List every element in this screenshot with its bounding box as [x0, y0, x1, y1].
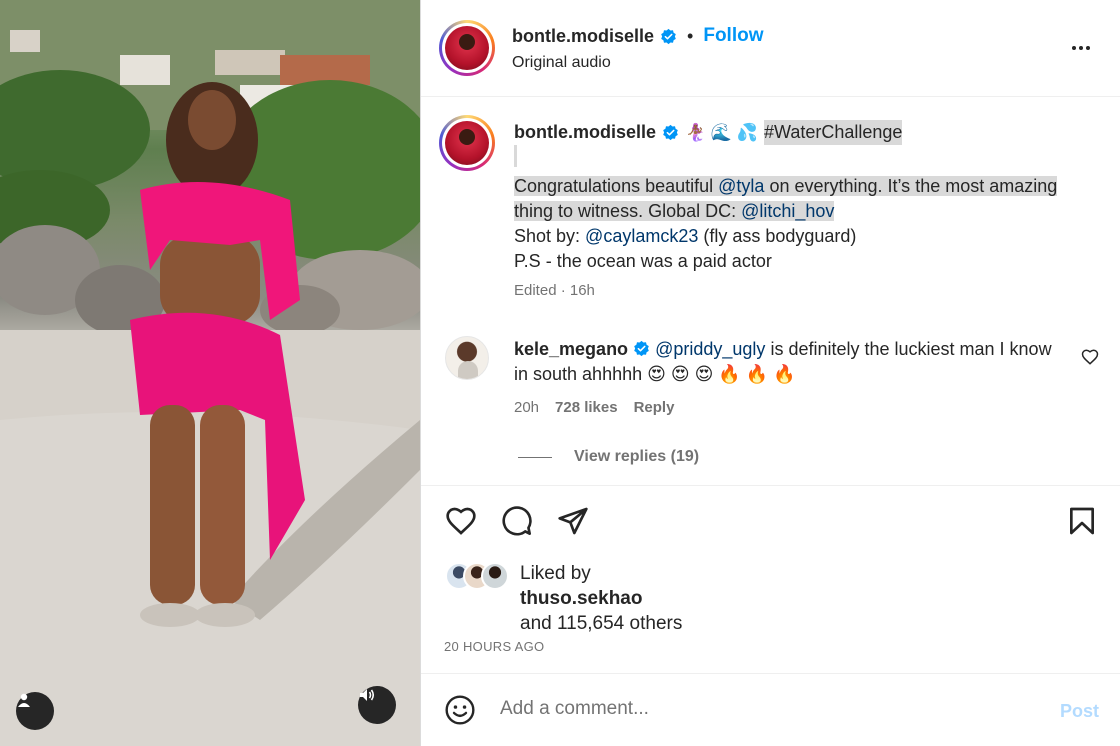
paper-plane-icon[interactable] — [557, 505, 589, 537]
follow-button[interactable]: Follow — [703, 25, 763, 47]
caption-shot-prefix: Shot by: — [514, 226, 586, 246]
speaker-icon — [360, 689, 375, 701]
caption-username[interactable]: bontle.modiselle — [514, 120, 656, 145]
audio-label[interactable]: Original audio — [512, 54, 611, 72]
caption-author-avatar[interactable] — [439, 115, 495, 171]
post-comment-button[interactable]: Post — [1060, 701, 1099, 722]
caption-blank-line — [514, 145, 1074, 170]
author-avatar[interactable] — [439, 20, 495, 76]
verified-badge-icon — [634, 340, 649, 357]
add-comment-bar: Post — [421, 674, 1120, 746]
hashtag-link[interactable]: #WaterChallenge — [763, 120, 903, 145]
caption-ps: P.S - the ocean was a paid actor — [514, 251, 772, 271]
caption-text: Congratulations beautiful @tyla on every… — [514, 174, 1074, 274]
mention-priddy-ugly[interactable]: @priddy_ugly — [655, 339, 765, 359]
post-actions — [421, 505, 1120, 537]
sound-toggle-button[interactable] — [358, 686, 396, 724]
section-divider — [421, 485, 1120, 486]
view-replies-button[interactable]: View replies (19) — [518, 448, 699, 466]
comment-likes[interactable]: 728 likes — [555, 399, 618, 416]
comment-bubble-icon[interactable] — [501, 505, 533, 537]
more-horizontal-icon — [1072, 46, 1076, 50]
comment-input[interactable] — [500, 698, 1040, 720]
user-icon — [18, 693, 30, 707]
comment: kele_megano @priddy_ugly is definitely t… — [514, 337, 1054, 387]
caption-line1-prefix: Congratulations beautiful — [514, 176, 719, 196]
post-timestamp[interactable]: 20 HOURS AGO — [444, 639, 544, 654]
mention-caylamck23[interactable]: @caylamck23 — [585, 226, 698, 246]
mention-tyla[interactable]: @tyla — [718, 176, 764, 196]
separator-dot: • — [687, 25, 694, 46]
post-header: bontle.modiselle • Follow Original audio — [421, 0, 1120, 97]
liked-by-text: Liked by thuso.sekhao and 115,654 others — [520, 561, 820, 636]
comment-meta: 20h 728 likes Reply — [514, 399, 674, 416]
edited-timestamp[interactable]: Edited · 16h — [514, 282, 595, 299]
video-frame-illustration — [0, 0, 420, 746]
caption-shot-rest: (fly ass bodyguard) — [698, 226, 857, 246]
caption: bontle.modiselle 🧜🏾‍♀️ 🌊 💦 #WaterChallen… — [514, 120, 1074, 274]
view-replies-label: View replies (19) — [574, 448, 700, 465]
liked-by-label: Liked by — [520, 563, 591, 584]
comment-time[interactable]: 20h — [514, 399, 539, 416]
comment-like-heart-icon[interactable] — [1081, 348, 1099, 366]
commenter-username[interactable]: kele_megano — [514, 339, 628, 359]
user-tag-button[interactable] — [16, 692, 54, 730]
caption-emojis: 🧜🏾‍♀️ 🌊 💦 — [685, 123, 758, 142]
commenter-avatar[interactable] — [445, 336, 489, 380]
more-options-button[interactable] — [1069, 36, 1093, 60]
bookmark-icon[interactable] — [1066, 505, 1098, 537]
replies-line — [518, 456, 552, 458]
reply-button[interactable]: Reply — [634, 399, 675, 416]
post-detail-panel: bontle.modiselle • Follow Original audio… — [420, 0, 1120, 746]
mention-litchi-hov[interactable]: @litchi_hov — [741, 201, 834, 221]
author-username[interactable]: bontle.modiselle — [512, 26, 654, 47]
liker-username[interactable]: thuso.sekhao — [520, 588, 642, 609]
smiley-icon[interactable] — [444, 694, 476, 726]
liker-avatars[interactable] — [445, 562, 515, 590]
author-info: bontle.modiselle • Follow — [512, 25, 764, 47]
reel-video[interactable] — [0, 0, 420, 746]
likes-others[interactable]: and 115,654 others — [520, 613, 682, 634]
verified-badge-icon — [661, 28, 676, 44]
heart-icon[interactable] — [445, 505, 477, 537]
verified-badge-icon — [663, 124, 678, 141]
